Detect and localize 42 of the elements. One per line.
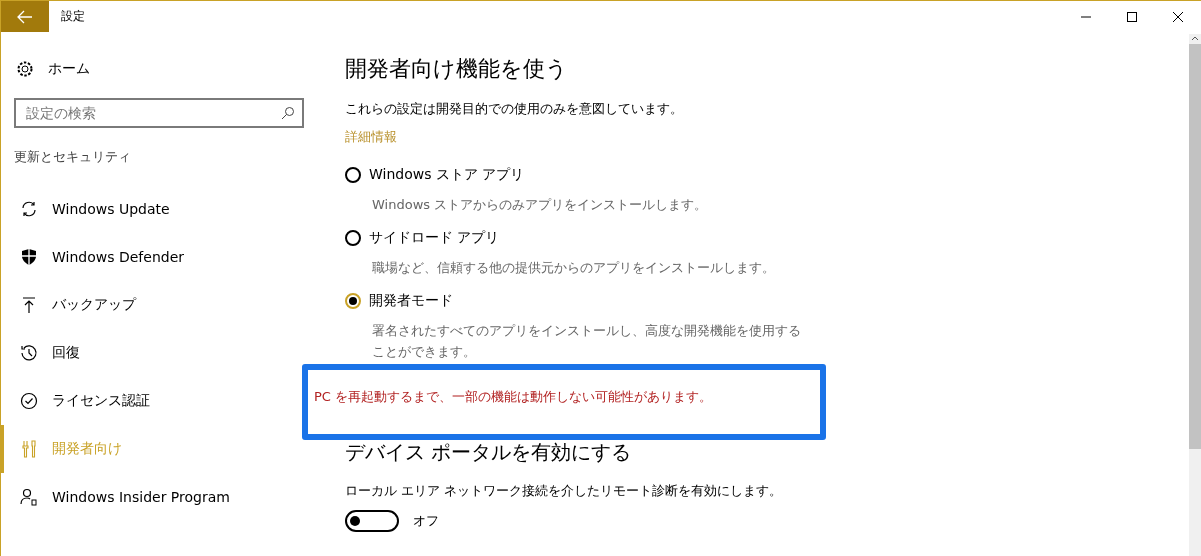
description-text: これらの設定は開発目的での使用のみを意図しています。 — [345, 100, 683, 118]
radio-option[interactable]: サイドロード アプリ — [345, 229, 812, 247]
sidebar-item[interactable]: ライセンス認証 — [1, 377, 313, 425]
history-icon — [20, 344, 38, 362]
search-icon — [281, 106, 295, 120]
window-title: 設定 — [61, 8, 85, 25]
tools-icon — [20, 440, 38, 458]
maximize-icon — [1126, 10, 1138, 23]
scroll-up-icon — [1190, 34, 1200, 42]
close-icon — [1172, 10, 1184, 23]
section-title: デバイス ポータルを有効にする — [345, 440, 632, 464]
sidebar-item[interactable]: Windows Defender — [1, 233, 313, 281]
toggle-switch[interactable] — [345, 510, 399, 532]
toggle-label: オフ — [413, 512, 439, 530]
section-heading: 更新とセキュリティ — [14, 148, 132, 166]
sidebar-item[interactable]: 回復 — [1, 329, 313, 377]
scrollbar[interactable] — [1189, 34, 1201, 556]
description-text: ローカル エリア ネットワーク接続を介したリモート診断を有効にします。 — [345, 482, 783, 500]
warning-text: PC を再起動するまで、一部の機能は動作しない可能性があります。 — [314, 389, 713, 404]
radio-button[interactable] — [345, 293, 361, 309]
gear-icon — [16, 60, 34, 78]
sidebar-item[interactable]: Windows Update — [1, 185, 313, 233]
back-arrow-icon — [17, 9, 33, 24]
radio-button[interactable] — [345, 167, 361, 183]
home-link[interactable]: ホーム — [16, 54, 313, 84]
check-circle-icon — [20, 392, 38, 410]
upload-arrow-icon — [20, 296, 38, 314]
radio-option[interactable]: Windows ストア アプリ — [345, 166, 812, 184]
shield-icon — [20, 248, 38, 266]
back-button[interactable] — [1, 1, 49, 32]
radio-option[interactable]: 開発者モード — [345, 292, 812, 310]
page-title: 開発者向け機能を使う — [345, 55, 568, 83]
sidebar-item[interactable]: バックアップ — [1, 281, 313, 329]
sync-icon — [20, 200, 38, 218]
option-description: 署名されたすべてのアプリをインストールし、高度な開発機能を使用することができます。 — [372, 322, 802, 361]
sidebar-item[interactable]: Windows Insider Program — [1, 473, 313, 521]
person-icon — [20, 488, 38, 506]
radio-button[interactable] — [345, 230, 361, 246]
search-field[interactable]: 設定の検索 — [14, 98, 304, 128]
option-description: Windows ストアからのみアプリをインストールします。 — [372, 196, 709, 214]
scrollbar-thumb[interactable] — [1189, 44, 1201, 449]
option-description: 職場など、信頼する他の提供元からのアプリをインストールします。 — [372, 259, 776, 277]
